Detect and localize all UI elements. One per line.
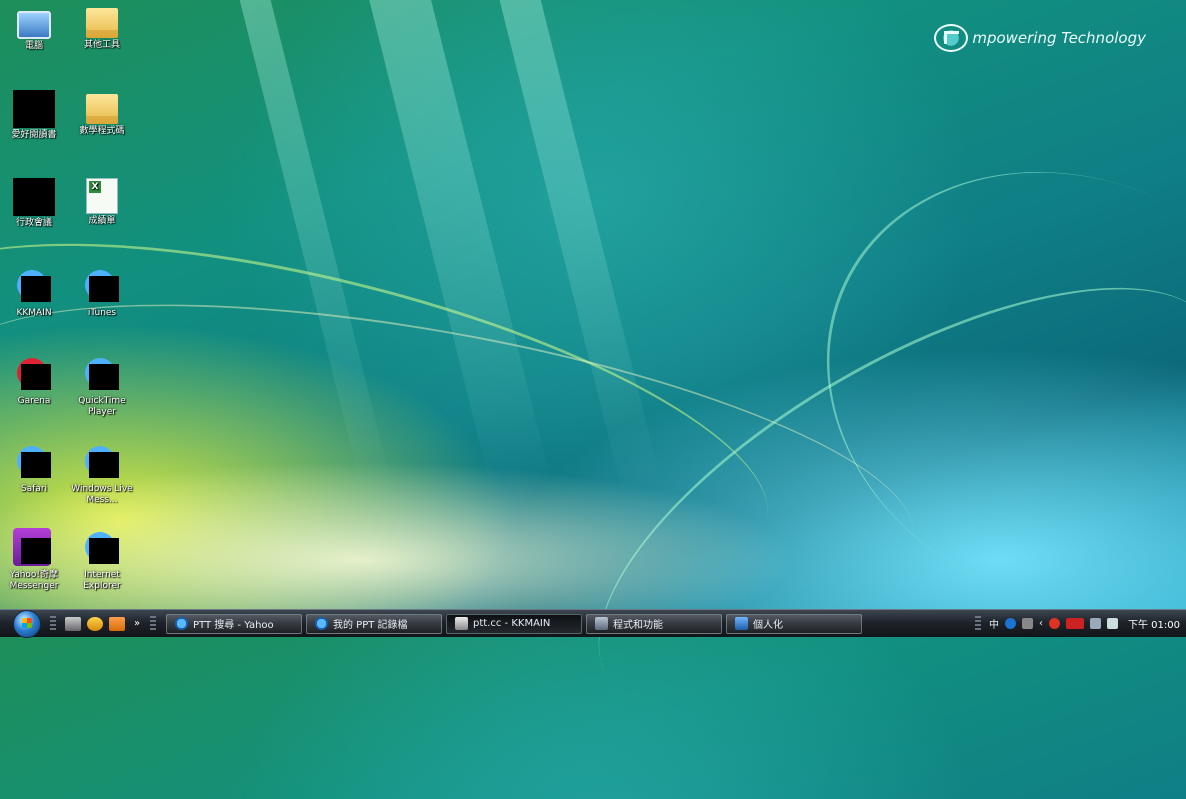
- redacted-icon: [13, 178, 55, 216]
- start-button[interactable]: [10, 609, 44, 638]
- tray-grip[interactable]: [975, 615, 981, 632]
- desktop-icon-tools[interactable]: 其他工具: [68, 4, 136, 51]
- antivirus-icon[interactable]: [1049, 618, 1060, 629]
- ie-icon: [315, 617, 328, 630]
- itunes-icon: [81, 266, 123, 306]
- brand-logo-icon: [934, 24, 969, 52]
- task-button-label: PTT 搜尋 - Yahoo: [193, 620, 274, 631]
- taskbar: » PTT 搜尋 - Yahoo 我的 PPT 記錄檔 ptt.cc - KKM…: [0, 609, 1186, 638]
- light-beam: [237, 0, 393, 496]
- desktop-icon-label: 成績單: [88, 216, 116, 226]
- tray-app-icon[interactable]: [1066, 618, 1084, 629]
- desktop-icon-label: Garena: [17, 396, 51, 406]
- desktop-icon-label: 行政會議: [15, 218, 52, 228]
- system-tray: 中 ‹ 下午 01:00: [969, 613, 1186, 635]
- ie-icon: [175, 617, 188, 630]
- desktop-icon-safari[interactable]: Safari: [0, 442, 68, 495]
- desktop-icon-label: Yahoo!奇摩 Messenger: [9, 570, 59, 591]
- desktop-icon-label: 電腦: [24, 41, 43, 51]
- desktop-icon-label: Safari: [20, 484, 48, 494]
- redacted-icon: [13, 90, 55, 128]
- desktop-icon-meeting[interactable]: 行政會議: [0, 178, 68, 229]
- desktop-icon-label: Internet Explorer: [83, 570, 121, 591]
- desktop-icon-internet-explorer[interactable]: Internet Explorer: [68, 528, 136, 592]
- task-button-label: ptt.cc - KKMAIN: [473, 618, 551, 629]
- task-button-label: 我的 PPT 記錄檔: [333, 620, 408, 631]
- folder-icon: [86, 94, 118, 124]
- safari-icon: [13, 442, 55, 482]
- desktop-icon-itunes[interactable]: iTunes: [68, 266, 136, 319]
- desktop-icon-garena[interactable]: Garena: [0, 354, 68, 407]
- quicklaunch-app-icon[interactable]: [87, 616, 103, 631]
- kkmain-icon: [13, 266, 55, 306]
- desktop-icon-grid: 電腦 其他工具 愛好閱讀書 數學程式碼 行政會議 成績單 KKMAIN iTun…: [0, 0, 180, 600]
- quicklaunch-media-icon[interactable]: [109, 616, 125, 631]
- network-icon[interactable]: [1090, 618, 1101, 629]
- task-button-ppt[interactable]: 我的 PPT 記錄檔: [306, 613, 442, 634]
- messenger-icon: [81, 442, 123, 482]
- taskbar-grip[interactable]: [150, 615, 156, 632]
- task-button-yahoo[interactable]: PTT 搜尋 - Yahoo: [166, 613, 302, 634]
- excel-file-icon: [86, 178, 118, 214]
- quicktime-icon: [81, 354, 123, 394]
- garena-icon: [13, 354, 55, 394]
- desktop-icon-kkmain[interactable]: KKMAIN: [0, 266, 68, 319]
- desktop-icon-grades[interactable]: 成績單: [68, 178, 136, 227]
- desktop-icon-label: QuickTime Player: [78, 396, 126, 417]
- quicklaunch-overflow-icon[interactable]: »: [134, 618, 144, 629]
- brand-text: mpowering Technology: [972, 29, 1146, 47]
- desktop-icon-label: 其他工具: [83, 40, 120, 50]
- desktop-icon-math[interactable]: 數學程式碼: [68, 90, 136, 137]
- brand-watermark: mpowering Technology: [934, 24, 1146, 52]
- task-button-personalize[interactable]: 個人化: [726, 613, 862, 634]
- volume-icon[interactable]: [1107, 618, 1118, 629]
- input-method-indicator[interactable]: 中: [989, 616, 999, 631]
- folder-icon: [86, 8, 118, 38]
- desktop-icon-yahoo-messenger[interactable]: Yahoo!奇摩 Messenger: [0, 528, 68, 592]
- light-streak: [754, 93, 1186, 687]
- desktop-icon-label: iTunes: [87, 308, 117, 318]
- desktop-icon-quicktime[interactable]: QuickTime Player: [68, 354, 136, 418]
- desktop-icon-label: KKMAIN: [16, 308, 52, 318]
- desktop-icon-live-messenger[interactable]: Windows Live Mess...: [68, 442, 136, 506]
- task-button-label: 個人化: [753, 620, 783, 631]
- task-button-label: 程式和功能: [613, 620, 663, 631]
- internet-explorer-icon: [81, 528, 123, 568]
- desktop-icon-computer[interactable]: 電腦: [0, 4, 68, 52]
- ptt-icon: [455, 617, 468, 630]
- help-icon[interactable]: [1005, 618, 1016, 629]
- show-desktop-icon[interactable]: [65, 616, 81, 631]
- tray-app-icon[interactable]: [1022, 618, 1033, 629]
- desktop-icon-label: 數學程式碼: [79, 126, 125, 136]
- desktop-icon-reading[interactable]: 愛好閱讀書: [0, 90, 68, 141]
- clock[interactable]: 下午 01:00: [1128, 616, 1180, 631]
- computer-icon: [17, 11, 51, 39]
- task-button-kkmain[interactable]: ptt.cc - KKMAIN: [446, 613, 582, 634]
- windows-logo-icon: [13, 609, 41, 638]
- desktop-icon-label: 愛好閱讀書: [11, 130, 57, 140]
- desktop-icon-label: Windows Live Mess...: [71, 484, 133, 505]
- personalize-icon: [735, 617, 748, 630]
- light-streak: [536, 203, 1186, 799]
- task-button-programs[interactable]: 程式和功能: [586, 613, 722, 634]
- tray-expand-icon[interactable]: ‹: [1039, 618, 1043, 629]
- programs-icon: [595, 617, 608, 630]
- yahoo-messenger-icon: [13, 528, 55, 568]
- taskbar-grip[interactable]: [50, 615, 56, 632]
